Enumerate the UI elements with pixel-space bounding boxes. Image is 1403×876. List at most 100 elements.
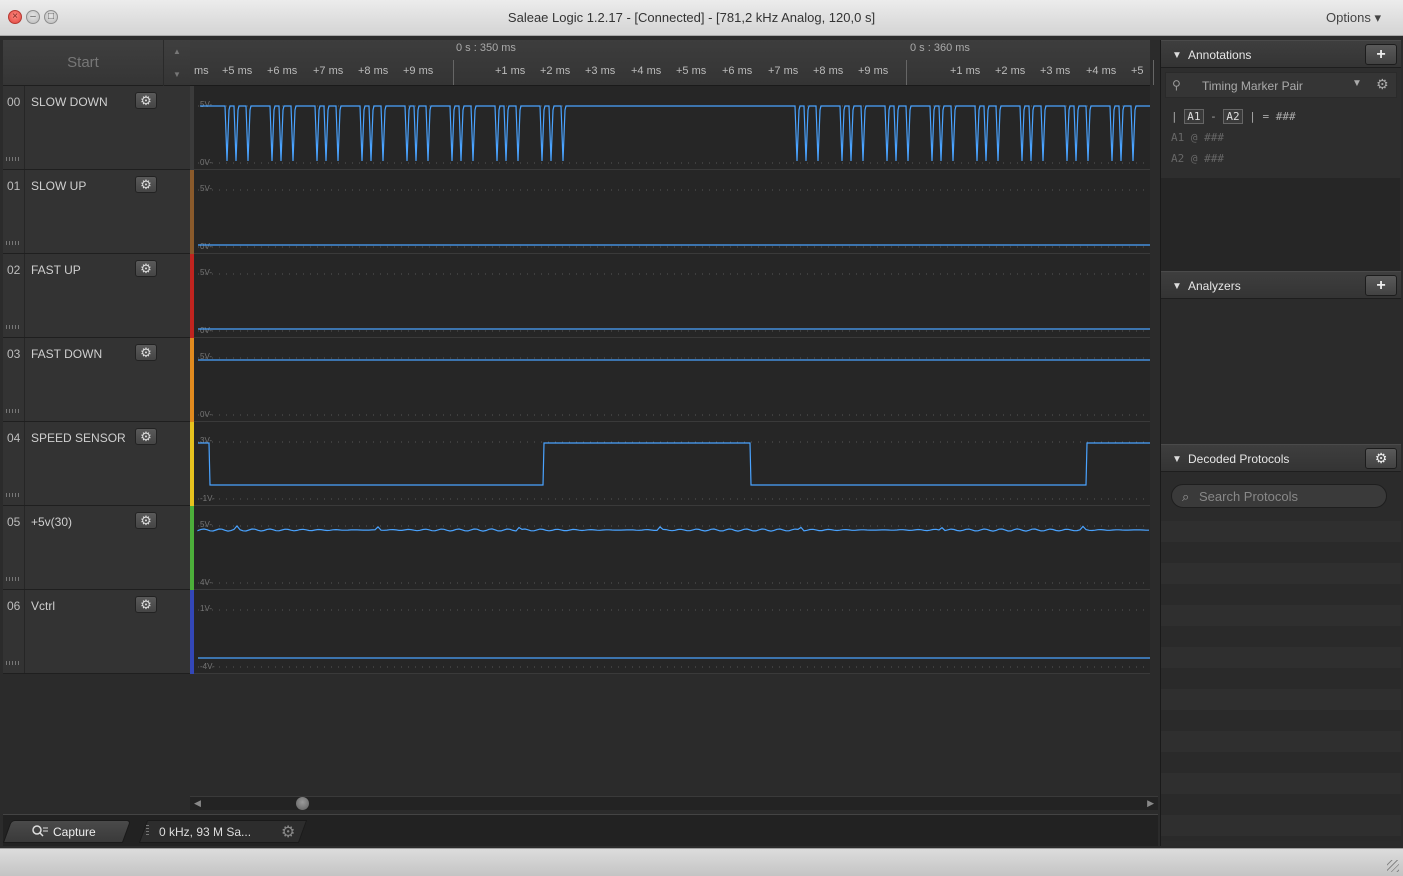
channel-settings-button[interactable]: ⚙ [135,260,157,277]
channel-number: 00 [7,95,21,109]
channel-row-06[interactable]: 06 Vctrl ⚙ [3,590,190,674]
collapse-triangle-icon[interactable]: ▼ [1172,454,1182,465]
channel-label[interactable]: +5v(30) [31,515,72,529]
gear-icon: ⚙ [140,177,152,192]
channel-label[interactable]: FAST DOWN [31,347,102,361]
collapse-triangle-icon[interactable]: ▼ [1172,50,1182,61]
capture-label[interactable]: Capture [53,825,96,839]
scroll-left-icon[interactable]: ◀ [194,798,201,809]
channel-label[interactable]: SLOW DOWN [31,95,108,109]
drag-grip-icon[interactable] [6,157,21,161]
start-button[interactable]: Start [3,40,163,86]
annotations-header[interactable]: ▼ Annotations + [1161,40,1401,68]
channel-number: 02 [7,263,21,277]
sample-rate-label[interactable]: 0 kHz, 93 M Sa... [159,825,251,839]
channel-label[interactable]: FAST UP [31,263,81,277]
drag-grip-icon[interactable] [6,409,21,413]
options-menu[interactable]: Options ▾ [1326,10,1381,26]
capture-search-icon [32,825,48,837]
gear-icon[interactable]: ⚙ [281,822,295,842]
marker-a1-box[interactable]: A1 [1184,109,1204,124]
channel-row-03[interactable]: 03 FAST DOWN ⚙ [3,338,190,422]
dropdown-icon[interactable]: ▼ [1352,78,1362,89]
gear-icon: ⚙ [140,429,152,444]
window-title: Saleae Logic 1.2.17 - [Connected] - [781… [507,10,876,25]
channel-panel: Start ▲ ▼ 00 SLOW DOWN ⚙ 01 SLOW UP ⚙ 02… [3,40,190,674]
decoded-settings-button[interactable]: ⚙ [1365,448,1397,469]
gear-icon: ⚙ [140,597,152,612]
add-annotation-button[interactable]: + [1365,44,1397,65]
analyzers-body [1161,299,1401,444]
channel-label[interactable]: SLOW UP [31,179,86,193]
annotation-a1-line: A1 @ ### [1171,131,1224,144]
protocol-search-box[interactable]: ⌕ [1171,484,1387,508]
start-spinner[interactable]: ▲ ▼ [163,40,190,86]
analyzers-header[interactable]: ▼ Analyzers + [1161,271,1401,299]
channel-number: 05 [7,515,21,529]
protocol-search-input[interactable] [1199,487,1379,505]
channel-label[interactable]: Vctrl [31,599,55,613]
right-panel: ▼ Annotations + ⚲ Timing Marker Pair ▼ ⚙… [1160,40,1401,846]
ruler-tick-label: +5 [1131,65,1144,77]
drag-grip-icon[interactable] [6,661,21,665]
drag-grip-icon[interactable] [6,241,21,245]
ruler-tick-label: +6 ms [722,65,753,77]
decoded-protocols-list[interactable] [1161,521,1401,841]
ruler-tick-label: +3 ms [1040,65,1071,77]
start-row: Start ▲ ▼ [3,40,190,86]
resize-grip-icon[interactable] [1387,860,1399,872]
collapse-triangle-icon[interactable]: ▼ [1172,281,1182,292]
ruler-tick-label: +3 ms [585,65,616,77]
marker-a2-box[interactable]: A2 [1223,109,1243,124]
ruler-tick-label: +9 ms [858,65,889,77]
channel-row-05[interactable]: 05 +5v(30) ⚙ [3,506,190,590]
pin-icon: ⚲ [1172,78,1181,92]
drag-grip-icon[interactable] [6,325,21,329]
decoded-protocols-title: Decoded Protocols [1188,452,1290,466]
ruler-tick-label: +2 ms [995,65,1026,77]
plus-icon: + [1376,277,1386,294]
decoded-protocols-body: ⌕ [1161,472,1401,846]
channel-row-04[interactable]: 04 SPEED SENSOR ⚙ [3,422,190,506]
channel-settings-button[interactable]: ⚙ [135,92,157,109]
spin-up-icon[interactable]: ▲ [164,40,190,63]
scroll-thumb[interactable] [296,797,309,810]
channel-number: 01 [7,179,21,193]
time-ruler[interactable]: 0 s : 350 ms 0 s : 360 ms ms +5 ms +6 ms… [190,40,1154,86]
marker-a1-name: A1 [1171,131,1185,144]
scroll-right-icon[interactable]: ▶ [1147,798,1154,809]
annotations-body: ⚲ Timing Marker Pair ▼ ⚙ | A1 - A2 | = #… [1161,68,1401,178]
channel-number: 03 [7,347,21,361]
ruler-tick-label: +7 ms [768,65,799,77]
channel-row-01[interactable]: 01 SLOW UP ⚙ [3,170,190,254]
channel-settings-button[interactable]: ⚙ [135,344,157,361]
trace-speed-sensor [198,442,1150,486]
drag-grip-icon[interactable] [6,493,21,497]
spin-down-icon[interactable]: ▼ [164,63,190,86]
channel-label[interactable]: SPEED SENSOR [31,431,126,445]
waveform-rows[interactable]: 5V- 0V- 5V- 0V- 5V- 0V- 5V- 0V- 3V- -1V-… [190,86,1150,674]
channel-row-02[interactable]: 02 FAST UP ⚙ [3,254,190,338]
gear-icon[interactable]: ⚙ [1376,76,1389,93]
channel-settings-button[interactable]: ⚙ [135,596,157,613]
traces [197,105,1150,659]
horizontal-scrollbar[interactable]: ◀ ▶ [190,796,1158,810]
drag-grip-icon[interactable] [6,577,21,581]
decoded-protocols-header[interactable]: ▼ Decoded Protocols ⚙ [1161,444,1401,472]
channel-settings-button[interactable]: ⚙ [135,428,157,445]
channel-settings-button[interactable]: ⚙ [135,512,157,529]
ruler-tick-label: +2 ms [540,65,571,77]
channel-number: 04 [7,431,21,445]
channel-row-00[interactable]: 00 SLOW DOWN ⚙ [3,86,190,170]
annotation-a2-line: A2 @ ### [1171,152,1224,165]
timing-marker-pair-row[interactable]: ⚲ Timing Marker Pair ▼ ⚙ [1165,72,1397,98]
gear-icon: ⚙ [140,93,152,108]
channel-settings-button[interactable]: ⚙ [135,176,157,193]
waveform-view[interactable]: 0 s : 350 ms 0 s : 360 ms ms +5 ms +6 ms… [190,40,1154,796]
gear-icon: ⚙ [140,261,152,276]
bottom-bar: Capture 0 kHz, 93 M Sa... ⚙ [2,814,1158,846]
ruler-tick-label: +1 ms [495,65,526,77]
add-analyzer-button[interactable]: + [1365,275,1397,296]
ruler-tick-label: +4 ms [631,65,662,77]
ruler-tick-label: +8 ms [358,65,389,77]
